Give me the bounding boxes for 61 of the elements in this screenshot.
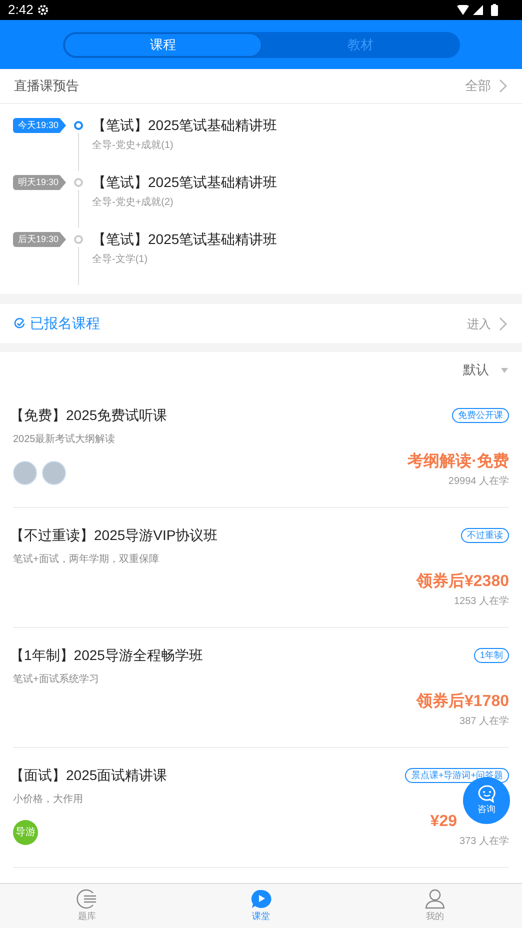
avatar bbox=[42, 461, 66, 485]
chevron-right-icon bbox=[499, 316, 508, 330]
course-title: 【免费】2025免费试听课 bbox=[10, 406, 168, 425]
time-badge: 后天19:30 bbox=[13, 232, 66, 247]
enter-link[interactable]: 进入 bbox=[467, 314, 508, 332]
time-badge: 今天19:30 bbox=[13, 118, 66, 133]
learner-count: 373 人在学 bbox=[460, 835, 509, 849]
course-tag: 1年制 bbox=[474, 648, 509, 663]
nav-tab[interactable]: 课堂 bbox=[174, 884, 348, 928]
course-subtitle: 小价格，大作用 bbox=[13, 792, 83, 807]
battery-icon bbox=[491, 4, 498, 16]
play-bubble-icon bbox=[250, 888, 272, 909]
chevron-right-icon bbox=[499, 79, 508, 93]
chat-face-icon bbox=[476, 784, 496, 803]
check-circle-icon bbox=[14, 318, 25, 329]
live-class-subtitle: 全导-文学(1) bbox=[92, 252, 149, 267]
nav-tab[interactable]: 我的 bbox=[348, 884, 522, 928]
logo-badge: 导游 bbox=[13, 820, 38, 845]
course-price: ¥29 bbox=[430, 812, 457, 832]
live-class-title: 【笔试】2025笔试基础精讲班 bbox=[92, 116, 278, 135]
live-class-item[interactable]: 今天19:30 【笔试】2025笔试基础精讲班 全导-党史+成就(1) bbox=[0, 114, 522, 171]
course-title: 【不过重读】2025导游VIP协议班 bbox=[10, 526, 218, 545]
course-price: 领券后¥1780 bbox=[416, 692, 509, 712]
learner-count: 29994 人在学 bbox=[448, 475, 509, 489]
settings-icon bbox=[37, 4, 50, 16]
live-class-item[interactable]: 明天19:30 【笔试】2025笔试基础精讲班 全导-党史+成就(2) bbox=[0, 171, 522, 228]
wifi-icon bbox=[457, 5, 469, 15]
sort-dropdown[interactable]: 默认 bbox=[463, 360, 508, 380]
live-class-title: 【笔试】2025笔试基础精讲班 bbox=[92, 230, 278, 249]
tab[interactable]: 教材 bbox=[262, 32, 458, 56]
course-card[interactable]: 【1年制】2025导游全程畅学班 1年制 笔试+面试系统学习 领券后¥1780 387 人在学 bbox=[13, 628, 509, 748]
course-title: 【面试】2025面试精讲课 bbox=[10, 766, 168, 785]
course-price: 考纲解读·免费 bbox=[408, 452, 509, 472]
learner-count: 1253 人在学 bbox=[454, 595, 509, 609]
enrolled-courses-title: 已报名课程 bbox=[30, 314, 100, 333]
tab[interactable]: 课程 bbox=[64, 32, 262, 56]
avatar bbox=[13, 461, 37, 485]
course-subtitle: 2025最新考试大纲解读 bbox=[13, 432, 116, 447]
course-card[interactable]: 【不过重读】2025导游VIP协议班 不过重读 笔试+面试，两年学期，双重保障 领券后¥2380 1253 人在学 bbox=[13, 508, 509, 628]
section-title: 直播课预告 bbox=[14, 77, 79, 96]
signal-icon bbox=[473, 5, 483, 15]
view-all-link[interactable]: 全部 bbox=[465, 76, 508, 96]
live-class-subtitle: 全导-党史+成就(1) bbox=[92, 138, 174, 153]
person-icon bbox=[424, 888, 446, 909]
course-title: 【1年制】2025导游全程畅学班 bbox=[10, 646, 203, 665]
course-tag: 不过重读 bbox=[461, 528, 509, 543]
live-class-subtitle: 全导-党史+成就(2) bbox=[92, 196, 174, 210]
course-subtitle: 笔试+面试系统学习 bbox=[13, 672, 99, 687]
enrolled-courses-row[interactable]: 已报名课程 进入 bbox=[0, 304, 522, 343]
time-badge: 明天19:30 bbox=[13, 175, 66, 190]
course-card[interactable]: 【免费】2025免费试听课 免费公开课 2025最新考试大纲解读 考纲解读·免费 29994 人在学 bbox=[13, 388, 509, 508]
live-class-item[interactable]: 后天19:30 【笔试】2025笔试基础精讲班 全导-文学(1) bbox=[0, 228, 522, 285]
status-time: 2:42 bbox=[8, 1, 34, 20]
caret-down-icon bbox=[501, 368, 508, 372]
course-tag: 免费公开课 bbox=[452, 408, 509, 423]
learner-count: 387 人在学 bbox=[460, 715, 509, 729]
course-price: 领券后¥2380 bbox=[416, 572, 509, 592]
course-subtitle: 笔试+面试，两年学期，双重保障 bbox=[13, 552, 159, 567]
live-class-title: 【笔试】2025笔试基础精讲班 bbox=[92, 173, 278, 192]
nav-tab[interactable]: 题库 bbox=[0, 884, 174, 928]
list-circle-icon bbox=[76, 888, 98, 909]
